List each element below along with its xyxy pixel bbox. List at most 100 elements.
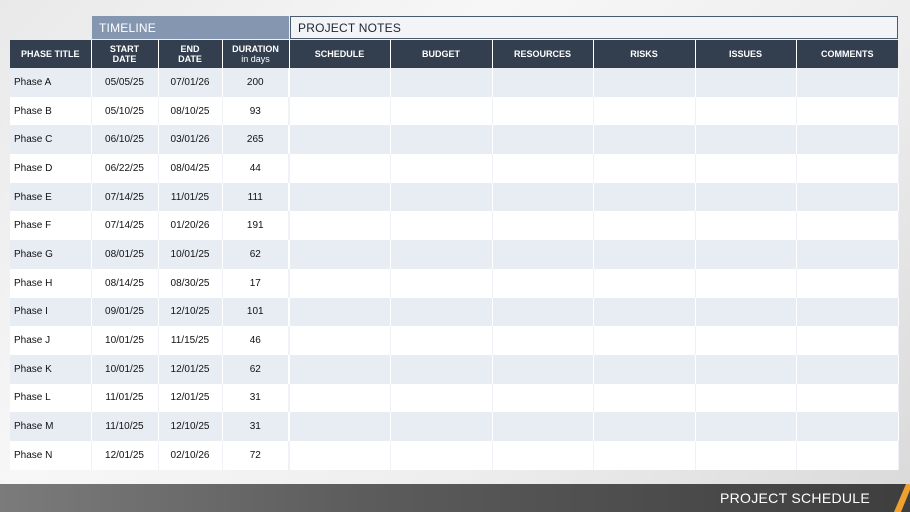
issues-cell[interactable] xyxy=(695,240,797,269)
budget-cell[interactable] xyxy=(390,440,493,470)
header-start-date: START DATE xyxy=(91,40,159,68)
comments-cell[interactable] xyxy=(796,354,899,384)
comments-cell[interactable] xyxy=(796,440,899,470)
schedule-cell[interactable] xyxy=(289,326,391,355)
resources-cell[interactable] xyxy=(492,211,594,241)
schedule-cell[interactable] xyxy=(289,412,391,441)
issues-cell[interactable] xyxy=(695,354,797,384)
risks-cell[interactable] xyxy=(593,440,696,470)
resources-cell[interactable] xyxy=(492,354,594,384)
budget-cell[interactable] xyxy=(390,182,493,212)
comments-cell[interactable] xyxy=(796,297,899,327)
budget-cell[interactable] xyxy=(390,297,493,327)
resources-cell[interactable] xyxy=(492,154,594,183)
issues-cell[interactable] xyxy=(695,412,797,441)
risks-cell[interactable] xyxy=(593,268,696,298)
budget-cell[interactable] xyxy=(390,326,493,355)
risks-cell[interactable] xyxy=(593,125,696,155)
comments-cell[interactable] xyxy=(796,211,899,241)
issues-cell[interactable] xyxy=(695,96,797,126)
budget-cell[interactable] xyxy=(390,354,493,384)
risks-cell[interactable] xyxy=(593,383,696,413)
resources-cell[interactable] xyxy=(492,96,594,126)
schedule-cell[interactable] xyxy=(289,125,391,155)
resources-cell[interactable] xyxy=(492,440,594,470)
end-date-cell: 08/30/25 xyxy=(158,268,223,298)
comments-cell[interactable] xyxy=(796,240,899,269)
resources-cell[interactable] xyxy=(492,268,594,298)
budget-cell[interactable] xyxy=(390,211,493,241)
comments-cell[interactable] xyxy=(796,383,899,413)
resources-cell[interactable] xyxy=(492,326,594,355)
start-date-cell: 06/22/25 xyxy=(91,154,159,183)
schedule-cell[interactable] xyxy=(289,154,391,183)
issues-cell[interactable] xyxy=(695,383,797,413)
budget-cell[interactable] xyxy=(390,268,493,298)
risks-cell[interactable] xyxy=(593,297,696,327)
comments-cell[interactable] xyxy=(796,125,899,155)
issues-cell[interactable] xyxy=(695,440,797,470)
risks-cell[interactable] xyxy=(593,354,696,384)
issues-cell[interactable] xyxy=(695,182,797,212)
risks-cell[interactable] xyxy=(593,211,696,241)
resources-cell[interactable] xyxy=(492,182,594,212)
schedule-cell[interactable] xyxy=(289,354,391,384)
issues-cell[interactable] xyxy=(695,297,797,327)
risks-cell[interactable] xyxy=(593,182,696,212)
risks-cell[interactable] xyxy=(593,412,696,441)
schedule-cell[interactable] xyxy=(289,68,391,97)
resources-cell[interactable] xyxy=(492,412,594,441)
budget-cell[interactable] xyxy=(390,240,493,269)
resources-cell[interactable] xyxy=(492,68,594,97)
schedule-cell[interactable] xyxy=(289,96,391,126)
schedule-cell[interactable] xyxy=(289,268,391,298)
comments-cell[interactable] xyxy=(796,182,899,212)
footer-bar: PROJECT SCHEDULE xyxy=(0,484,910,512)
issues-cell[interactable] xyxy=(695,154,797,183)
issues-cell[interactable] xyxy=(695,125,797,155)
table-row: Phase N 12/01/25 02/10/26 72 xyxy=(10,440,899,470)
schedule-cell[interactable] xyxy=(289,297,391,327)
issues-cell[interactable] xyxy=(695,268,797,298)
duration-cell: 62 xyxy=(222,354,290,384)
comments-cell[interactable] xyxy=(796,96,899,126)
start-date-cell: 08/01/25 xyxy=(91,240,159,269)
risks-cell[interactable] xyxy=(593,326,696,355)
schedule-cell[interactable] xyxy=(289,182,391,212)
phase-title-cell: Phase E xyxy=(10,182,92,212)
schedule-cell[interactable] xyxy=(289,211,391,241)
comments-cell[interactable] xyxy=(796,412,899,441)
issues-cell[interactable] xyxy=(695,326,797,355)
comments-cell[interactable] xyxy=(796,154,899,183)
resources-cell[interactable] xyxy=(492,383,594,413)
end-date-cell: 03/01/26 xyxy=(158,125,223,155)
comments-cell[interactable] xyxy=(796,68,899,97)
comments-cell[interactable] xyxy=(796,326,899,355)
comments-cell[interactable] xyxy=(796,268,899,298)
budget-cell[interactable] xyxy=(390,383,493,413)
schedule-cell[interactable] xyxy=(289,240,391,269)
header-end-date: END DATE xyxy=(158,40,223,68)
issues-cell[interactable] xyxy=(695,211,797,241)
schedule-cell[interactable] xyxy=(289,440,391,470)
risks-cell[interactable] xyxy=(593,154,696,183)
risks-cell[interactable] xyxy=(593,240,696,269)
schedule-cell[interactable] xyxy=(289,383,391,413)
budget-cell[interactable] xyxy=(390,68,493,97)
budget-cell[interactable] xyxy=(390,125,493,155)
end-date-cell: 12/01/25 xyxy=(158,354,223,384)
end-date-cell: 02/10/26 xyxy=(158,440,223,470)
resources-cell[interactable] xyxy=(492,125,594,155)
resources-cell[interactable] xyxy=(492,297,594,327)
end-date-cell: 08/10/25 xyxy=(158,96,223,126)
risks-cell[interactable] xyxy=(593,68,696,97)
issues-cell[interactable] xyxy=(695,68,797,97)
risks-cell[interactable] xyxy=(593,96,696,126)
resources-cell[interactable] xyxy=(492,240,594,269)
budget-cell[interactable] xyxy=(390,96,493,126)
table-row: Phase C 06/10/25 03/01/26 265 xyxy=(10,125,899,155)
budget-cell[interactable] xyxy=(390,154,493,183)
header-duration: DURATION in days xyxy=(222,40,290,68)
budget-cell[interactable] xyxy=(390,412,493,441)
timeline-label: TIMELINE xyxy=(92,16,289,39)
